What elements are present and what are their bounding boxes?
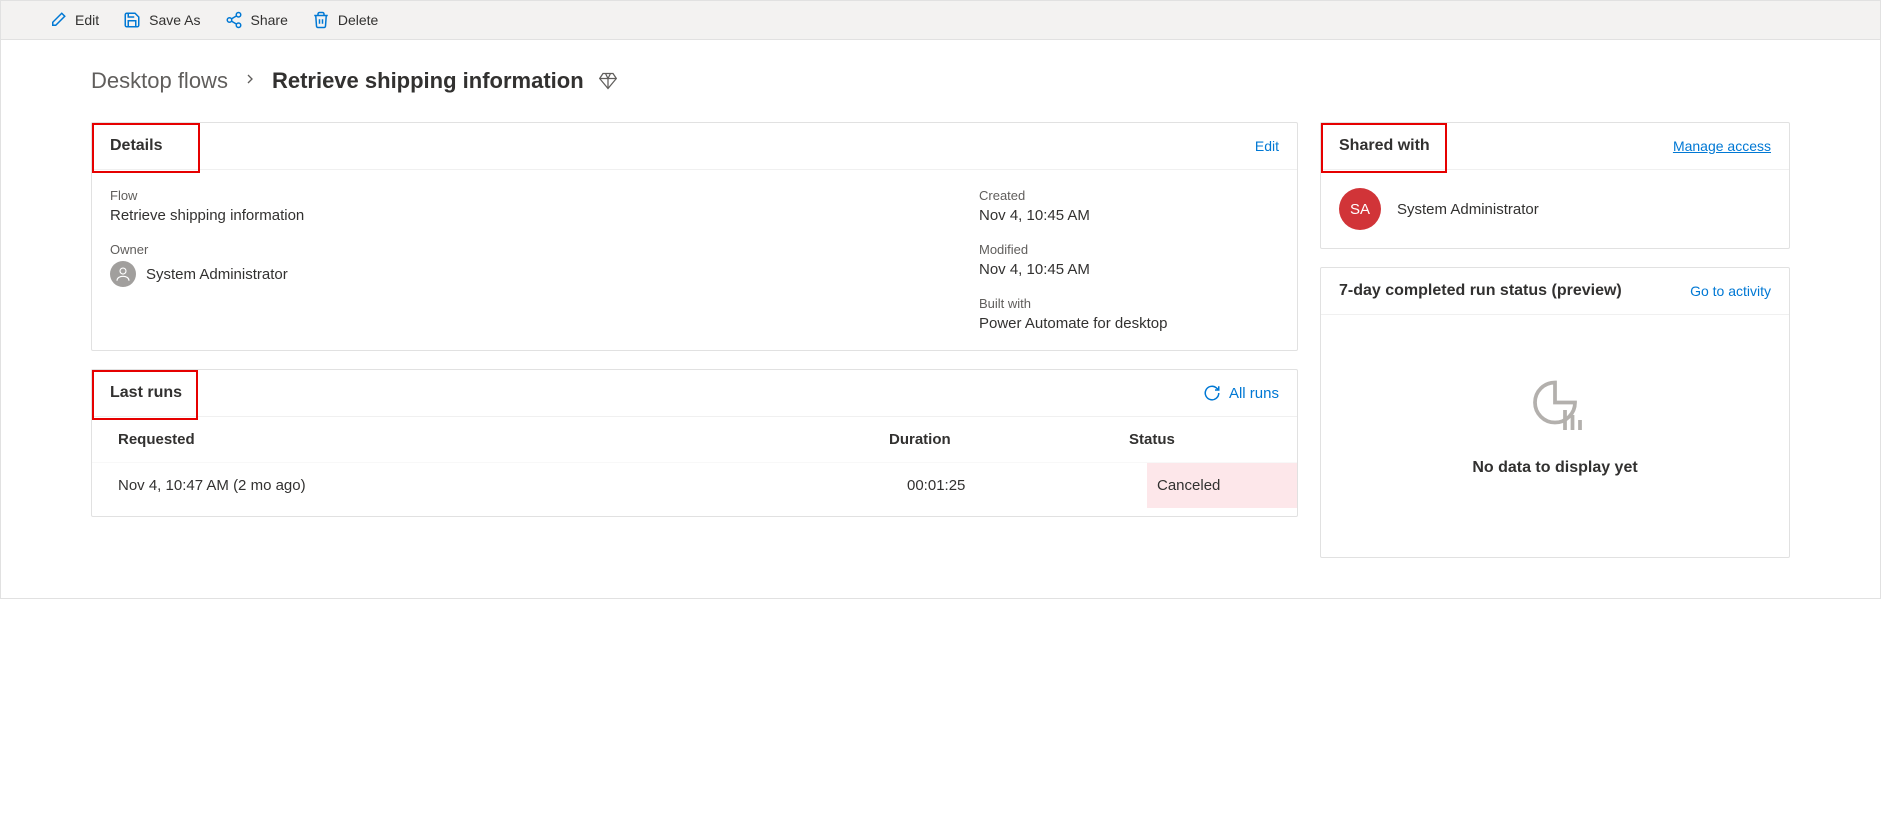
share-button[interactable]: Share bbox=[225, 11, 288, 29]
breadcrumb-current: Retrieve shipping information bbox=[272, 68, 584, 94]
edit-label: Edit bbox=[75, 12, 99, 28]
owner-label: Owner bbox=[110, 242, 979, 257]
all-runs-link[interactable]: All runs bbox=[1203, 384, 1279, 402]
shared-with-card: Shared with Manage access SA System Admi… bbox=[1320, 122, 1790, 249]
last-runs-card: Last runs All runs Requested bbox=[91, 369, 1298, 517]
all-runs-label: All runs bbox=[1229, 385, 1279, 402]
run-status-card: 7-day completed run status (preview) Go … bbox=[1320, 267, 1790, 558]
modified-label: Modified bbox=[979, 242, 1279, 257]
created-value: Nov 4, 10:45 AM bbox=[979, 207, 1279, 224]
created-label: Created bbox=[979, 188, 1279, 203]
breadcrumb-parent[interactable]: Desktop flows bbox=[91, 68, 228, 94]
table-row[interactable]: Nov 4, 10:47 AM (2 mo ago) 00:01:25 Canc… bbox=[92, 462, 1297, 508]
owner-avatar-icon bbox=[110, 261, 136, 287]
delete-button[interactable]: Delete bbox=[312, 11, 378, 29]
chevron-right-icon bbox=[242, 71, 258, 92]
delete-label: Delete bbox=[338, 12, 378, 28]
shared-user-name: System Administrator bbox=[1397, 201, 1539, 218]
column-duration: Duration bbox=[889, 431, 1129, 448]
details-title: Details bbox=[110, 137, 162, 154]
column-requested: Requested bbox=[118, 431, 889, 448]
column-status: Status bbox=[1129, 431, 1279, 448]
modified-value: Nov 4, 10:45 AM bbox=[979, 261, 1279, 278]
pie-chart-icon bbox=[1525, 375, 1585, 435]
edit-icon bbox=[49, 11, 67, 29]
shared-user-row[interactable]: SA System Administrator bbox=[1339, 188, 1771, 230]
details-card: Details Edit Flow Retrieve shipping info… bbox=[91, 122, 1298, 351]
share-label: Share bbox=[251, 12, 288, 28]
run-requested: Nov 4, 10:47 AM (2 mo ago) bbox=[118, 463, 907, 508]
breadcrumb: Desktop flows Retrieve shipping informat… bbox=[91, 68, 1790, 94]
built-with-value: Power Automate for desktop bbox=[979, 315, 1279, 332]
flow-label: Flow bbox=[110, 188, 979, 203]
runs-header-row: Requested Duration Status bbox=[92, 417, 1297, 462]
run-status-canceled: Canceled bbox=[1147, 463, 1297, 508]
flow-name: Retrieve shipping information bbox=[110, 207, 979, 224]
go-to-activity-link[interactable]: Go to activity bbox=[1690, 283, 1771, 299]
details-edit-link[interactable]: Edit bbox=[1255, 138, 1279, 154]
last-runs-title: Last runs bbox=[110, 384, 182, 401]
toolbar: Edit Save As Share Delete bbox=[1, 1, 1880, 40]
edit-button[interactable]: Edit bbox=[49, 11, 99, 29]
run-duration: 00:01:25 bbox=[907, 463, 1147, 508]
user-avatar: SA bbox=[1339, 188, 1381, 230]
built-with-label: Built with bbox=[979, 296, 1279, 311]
shared-with-title: Shared with bbox=[1339, 137, 1430, 154]
no-data-text: No data to display yet bbox=[1472, 459, 1637, 477]
save-as-icon bbox=[123, 11, 141, 29]
delete-icon bbox=[312, 11, 330, 29]
share-icon bbox=[225, 11, 243, 29]
owner-name: System Administrator bbox=[146, 266, 288, 283]
refresh-icon bbox=[1203, 384, 1221, 402]
save-as-label: Save As bbox=[149, 12, 200, 28]
manage-access-link[interactable]: Manage access bbox=[1673, 138, 1771, 154]
run-status-title: 7-day completed run status (preview) bbox=[1339, 282, 1622, 300]
premium-diamond-icon bbox=[598, 71, 618, 91]
save-as-button[interactable]: Save As bbox=[123, 11, 200, 29]
